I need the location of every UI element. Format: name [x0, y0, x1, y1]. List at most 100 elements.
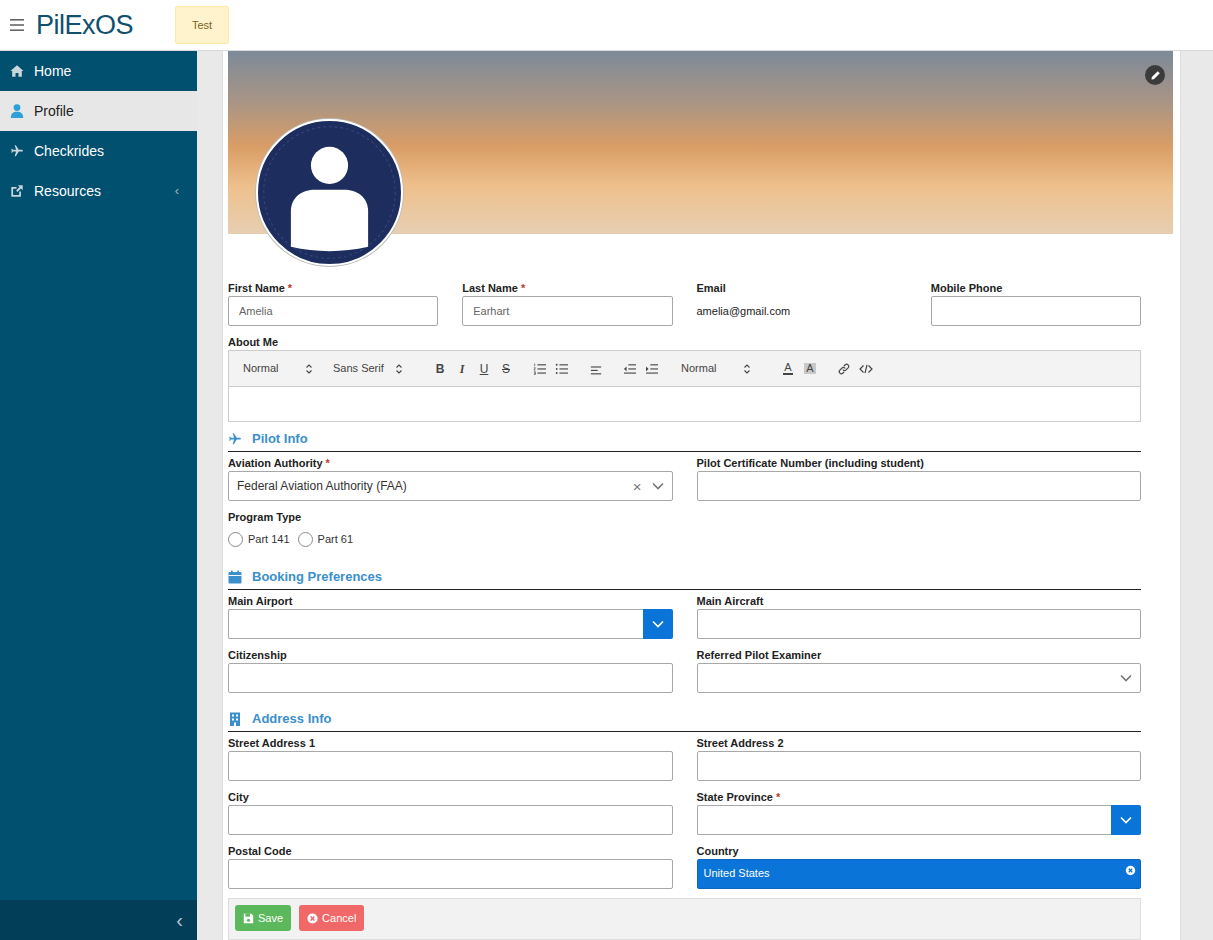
required-mark: * [521, 282, 525, 294]
rich-text-editor[interactable] [228, 387, 1141, 422]
ordered-list-button[interactable] [529, 357, 551, 381]
dropdown-button[interactable] [1111, 805, 1141, 835]
align-icon [589, 363, 603, 375]
logo[interactable]: PilExOS [36, 12, 175, 39]
dropdown-button[interactable] [643, 609, 673, 639]
section-title: Pilot Info [252, 431, 308, 447]
outdent-button[interactable] [619, 357, 641, 381]
field-label: Mobile Phone [931, 281, 1141, 295]
label-text: Street Address 2 [697, 737, 784, 749]
up-down-arrows-icon [395, 363, 403, 375]
label-text: Last Name [462, 282, 518, 294]
radio-option[interactable]: Part 141 [228, 531, 290, 548]
field-value: amelia@gmail.com [697, 296, 907, 326]
strike-button[interactable]: S [495, 357, 517, 381]
label-text: Postal Code [228, 845, 292, 857]
selected-chip[interactable]: United States [697, 859, 1142, 889]
sidebar-label: Checkrides [34, 141, 104, 162]
section-header: Address Info [228, 711, 1141, 732]
label-text: Aviation Authority [228, 457, 323, 469]
field-label: Last Name* [462, 281, 672, 295]
sidebar: HomeProfileCheckridesResources‹‹ [0, 51, 197, 940]
label-text: First Name [228, 282, 285, 294]
background-button[interactable]: A [799, 357, 821, 381]
text-input[interactable] [462, 296, 672, 326]
sidebar-item[interactable]: Profile [0, 91, 197, 131]
user-icon [10, 104, 24, 118]
label-text: Referred Pilot Examiner [697, 649, 822, 661]
code-button[interactable] [855, 357, 877, 381]
select-field[interactable] [697, 663, 1142, 693]
format-picker[interactable]: Normal [675, 357, 765, 381]
radio-option[interactable]: Part 61 [298, 531, 353, 548]
button-glyph: I [460, 363, 465, 375]
italic-button[interactable]: I [451, 357, 473, 381]
text-input[interactable] [228, 609, 643, 639]
close-circle-icon [307, 913, 318, 924]
label-text: City [228, 791, 249, 803]
select-field[interactable]: Federal Aviation Authority (FAA)× [228, 471, 673, 501]
sidebar-item[interactable]: Checkrides [0, 131, 197, 171]
text-input[interactable] [697, 471, 1142, 501]
up-down-arrows-icon [305, 363, 313, 375]
bold-button[interactable]: B [429, 357, 451, 381]
text-input[interactable] [228, 805, 673, 835]
bullet-list-button[interactable] [551, 357, 573, 381]
pencil-icon [1150, 70, 1161, 81]
label-text: Street Address 1 [228, 737, 315, 749]
sidebar-item[interactable]: Resources‹ [0, 171, 197, 211]
text-input[interactable] [228, 663, 673, 693]
text-input[interactable] [697, 751, 1142, 781]
form-field: Main Aircraft [697, 594, 1142, 639]
indent-button[interactable] [641, 357, 663, 381]
form-field: Emailamelia@gmail.com [697, 281, 907, 326]
sidebar-item[interactable]: Home [0, 51, 197, 91]
color-button[interactable]: A [777, 357, 799, 381]
clear-button[interactable]: × [633, 479, 642, 494]
editor-toolbar: NormalSans SerifBIUSNormalAA [228, 350, 1141, 387]
required-mark: * [776, 791, 780, 803]
underline-button[interactable]: U [473, 357, 495, 381]
align-button[interactable] [585, 357, 607, 381]
combo-field [697, 805, 1142, 835]
edit-cover-button[interactable] [1145, 65, 1165, 85]
radio-button[interactable] [228, 532, 243, 547]
field-label: Program Type [228, 510, 673, 524]
format-picker[interactable]: Sans Serif [327, 357, 417, 381]
external-link-icon [10, 184, 24, 198]
floppy-disk-icon [243, 913, 254, 924]
link-button[interactable] [833, 357, 855, 381]
person-icon [258, 121, 401, 264]
form-field: Street Address 2 [697, 736, 1142, 781]
field-label: State Province* [697, 790, 1142, 804]
airplane-icon [10, 144, 24, 158]
chevron-down-icon [652, 482, 664, 490]
text-input[interactable] [228, 859, 673, 889]
avatar[interactable] [256, 119, 403, 266]
text-input[interactable] [697, 805, 1112, 835]
sidebar-label: Profile [34, 101, 74, 122]
about-field: About MeNormalSans SerifBIUSNormalAA [228, 335, 1141, 422]
calendar-icon [228, 570, 242, 584]
collapse-chevron: ‹ [176, 905, 183, 935]
collapse-button[interactable]: ‹ [0, 900, 197, 940]
text-input[interactable] [931, 296, 1141, 326]
text-input[interactable] [697, 609, 1142, 639]
format-picker[interactable]: Normal [237, 357, 327, 381]
cancel-button[interactable]: Cancel [299, 905, 364, 931]
field-label: Aviation Authority* [228, 456, 673, 470]
form-field: Pilot Certificate Number (including stud… [697, 456, 1142, 501]
button-glyph: S [502, 363, 510, 375]
text-input[interactable] [228, 296, 438, 326]
submenu-chevron: ‹ [175, 181, 179, 201]
menu-button[interactable] [10, 19, 24, 31]
label-text: Main Airport [228, 595, 292, 607]
field-label: First Name* [228, 281, 438, 295]
save-button[interactable]: Save [235, 905, 291, 931]
form-row: Program Type Part 141 Part 61 [228, 510, 1141, 560]
text-input[interactable] [228, 751, 673, 781]
radio-button[interactable] [298, 532, 313, 547]
bullet-list-icon [555, 363, 569, 375]
main-area: First Name*Last Name*Emailamelia@gmail.c… [197, 51, 1213, 940]
field-label: Main Airport [228, 594, 673, 608]
